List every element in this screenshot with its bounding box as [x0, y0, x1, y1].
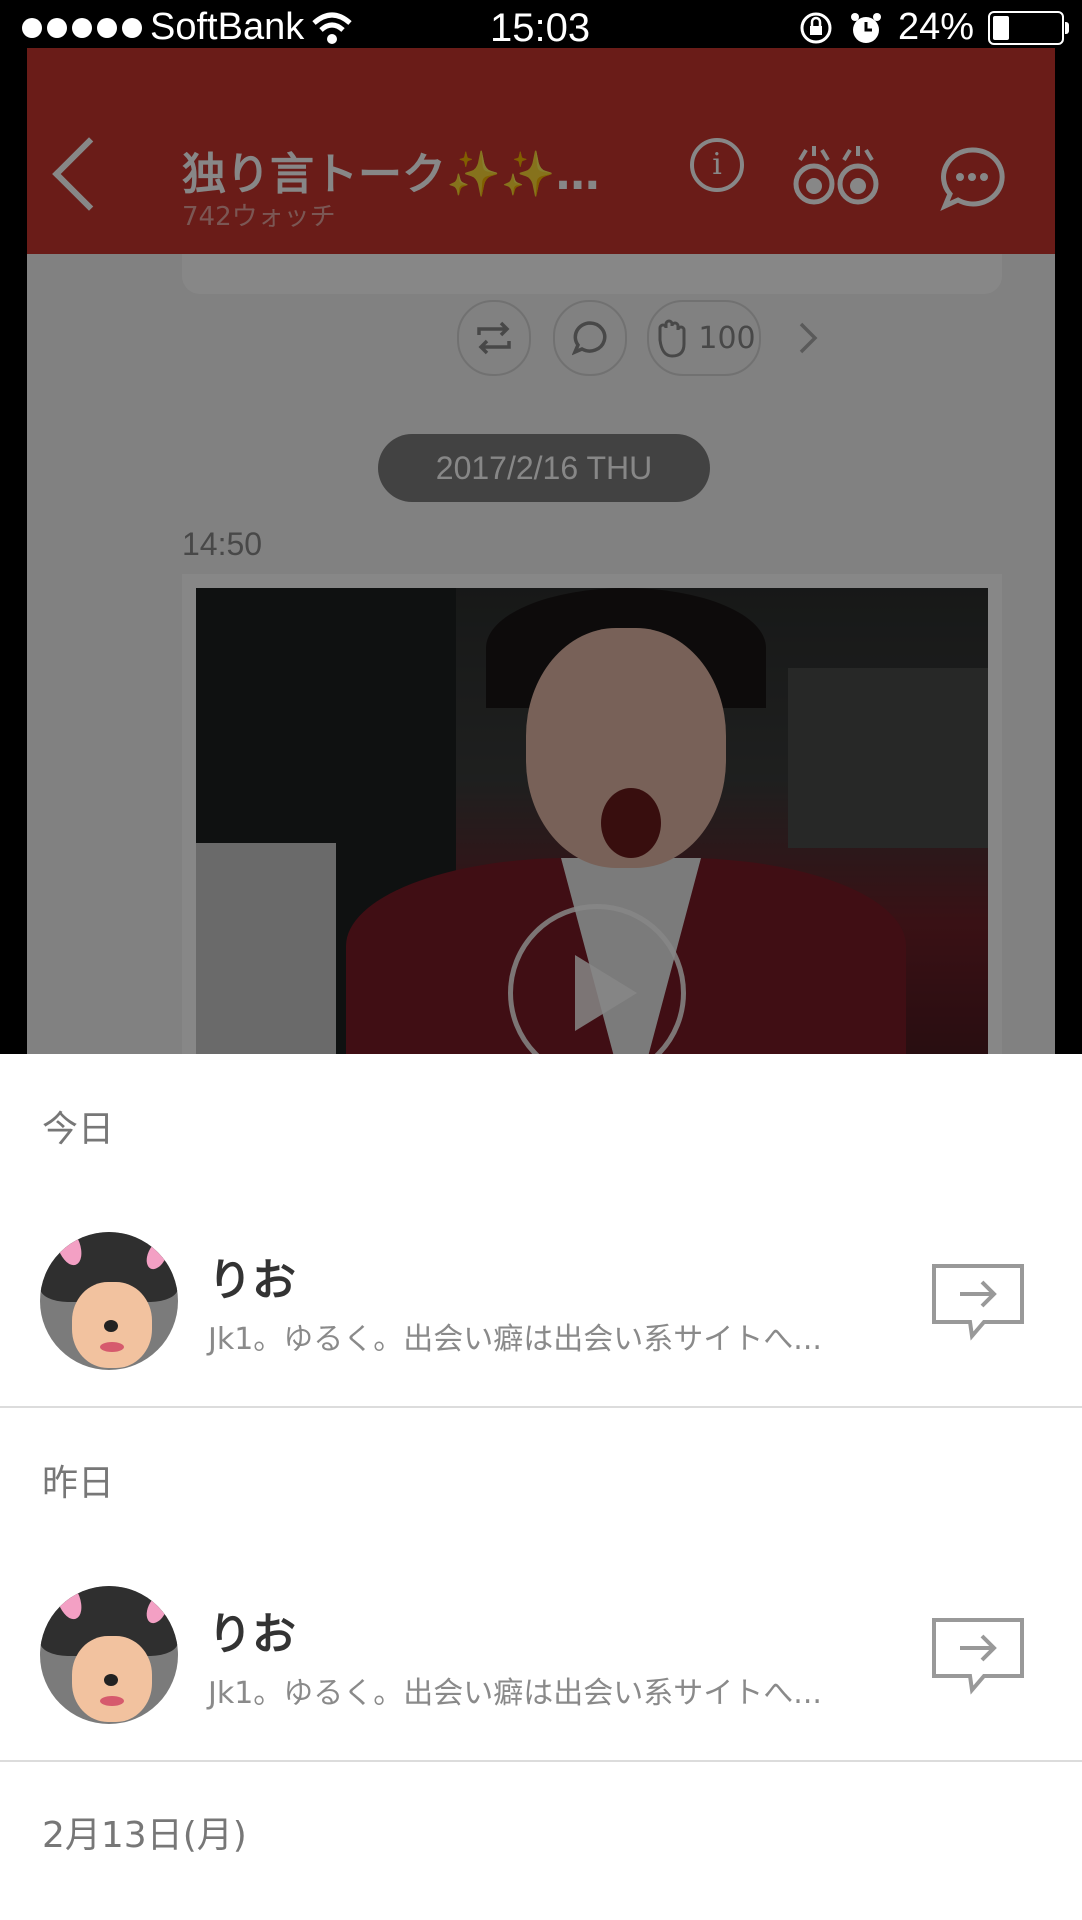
user-description: Jk1。ゆるく。出会い癖は出会い系サイトへ...: [208, 1676, 822, 1711]
open-chat-icon[interactable]: [930, 1610, 1026, 1700]
status-right: 24%: [798, 6, 1069, 49]
carrier-label: SoftBank: [150, 6, 305, 48]
section-header-yesterday: 昨日: [42, 1463, 115, 1504]
user-description: Jk1。ゆるく。出会い癖は出会い系サイトへ...: [208, 1322, 822, 1357]
section-header-today: 今日: [42, 1109, 115, 1150]
avatar[interactable]: [40, 1586, 178, 1724]
avatar[interactable]: [40, 1232, 178, 1370]
battery-icon: [988, 10, 1069, 45]
status-left: SoftBank: [22, 6, 352, 49]
status-bar: SoftBank 15:03 24%: [0, 0, 1082, 50]
dim-overlay[interactable]: [27, 48, 1055, 1054]
user-row[interactable]: りお Jk1。ゆるく。出会い癖は出会い系サイトへ...: [0, 1232, 1082, 1382]
alarm-icon: [850, 12, 881, 43]
background-chat-screen: 独り言トーク✨✨… 742ウォッチ i 100 2017/2/16 THU 14…: [27, 48, 1055, 1054]
section-header-date: 2月13日(月): [42, 1815, 247, 1856]
divider: [0, 1406, 1082, 1408]
clock: 15:03: [490, 6, 591, 50]
battery-percent: 24%: [897, 6, 974, 48]
user-row[interactable]: りお Jk1。ゆるく。出会い癖は出会い系サイトへ...: [0, 1586, 1082, 1736]
user-name: りお: [208, 1255, 296, 1306]
wifi-icon: [312, 12, 352, 44]
orientation-lock-icon: [800, 12, 832, 43]
divider: [0, 1760, 1082, 1762]
watcher-list-sheet: 今日 りお Jk1。ゆるく。出会い癖は出会い系サイトへ... 昨日 りお Jk1…: [0, 1054, 1082, 1920]
open-chat-icon[interactable]: [930, 1256, 1026, 1346]
user-name: りお: [208, 1609, 296, 1660]
signal-dots-icon: [22, 17, 142, 38]
